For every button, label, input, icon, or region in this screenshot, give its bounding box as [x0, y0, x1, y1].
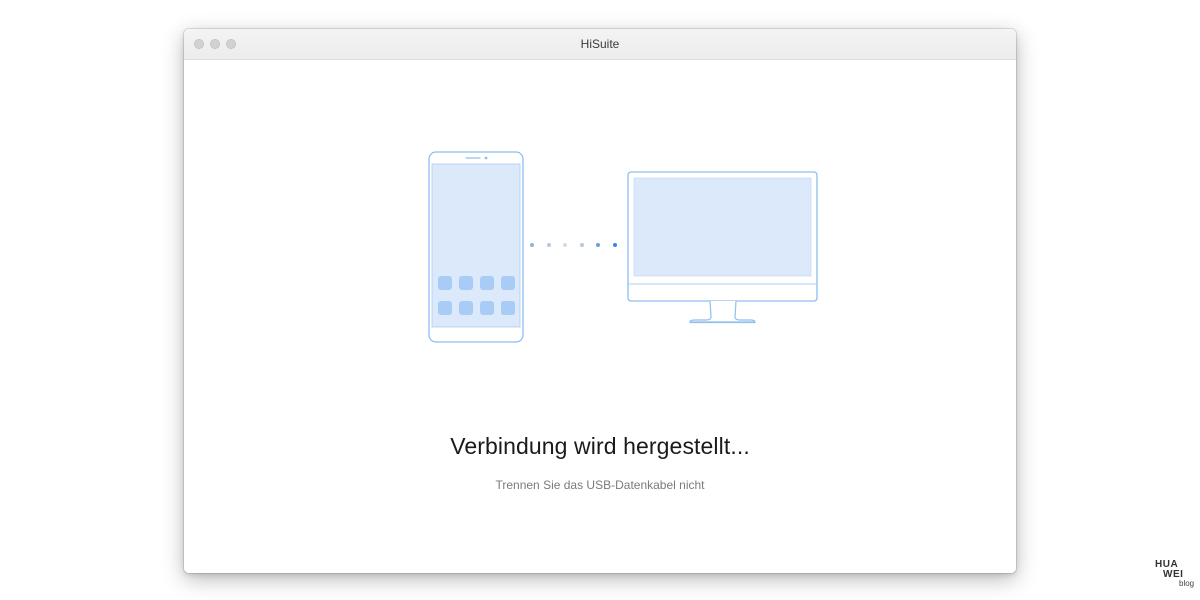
progress-dot	[580, 243, 584, 247]
window-title: HiSuite	[580, 37, 620, 51]
monitor-icon	[627, 171, 818, 324]
progress-dot	[563, 243, 567, 247]
usb-cable-hint: Trennen Sie das USB-Datenkabel nicht	[495, 478, 705, 492]
watermark-line-3: blog	[1179, 579, 1195, 588]
hisuite-window: HiSuite Verbindung wird hergestellt... T…	[184, 29, 1016, 573]
progress-dot	[596, 243, 600, 247]
connection-screen: Verbindung wird hergestellt... Trennen S…	[184, 60, 1016, 573]
connection-status-heading: Verbindung wird hergestellt...	[450, 433, 750, 459]
progress-dot	[613, 243, 617, 247]
connection-progress-dots	[530, 243, 617, 247]
progress-dot	[530, 243, 534, 247]
connection-illustration	[428, 151, 818, 343]
huawei-blog-watermark: HUA WEI blog	[1153, 560, 1198, 590]
window-titlebar[interactable]: HiSuite	[184, 29, 1016, 60]
phone-icon	[428, 151, 524, 343]
progress-dot	[547, 243, 551, 247]
desktop-background: HiSuite Verbindung wird hergestellt... T…	[0, 0, 1200, 600]
